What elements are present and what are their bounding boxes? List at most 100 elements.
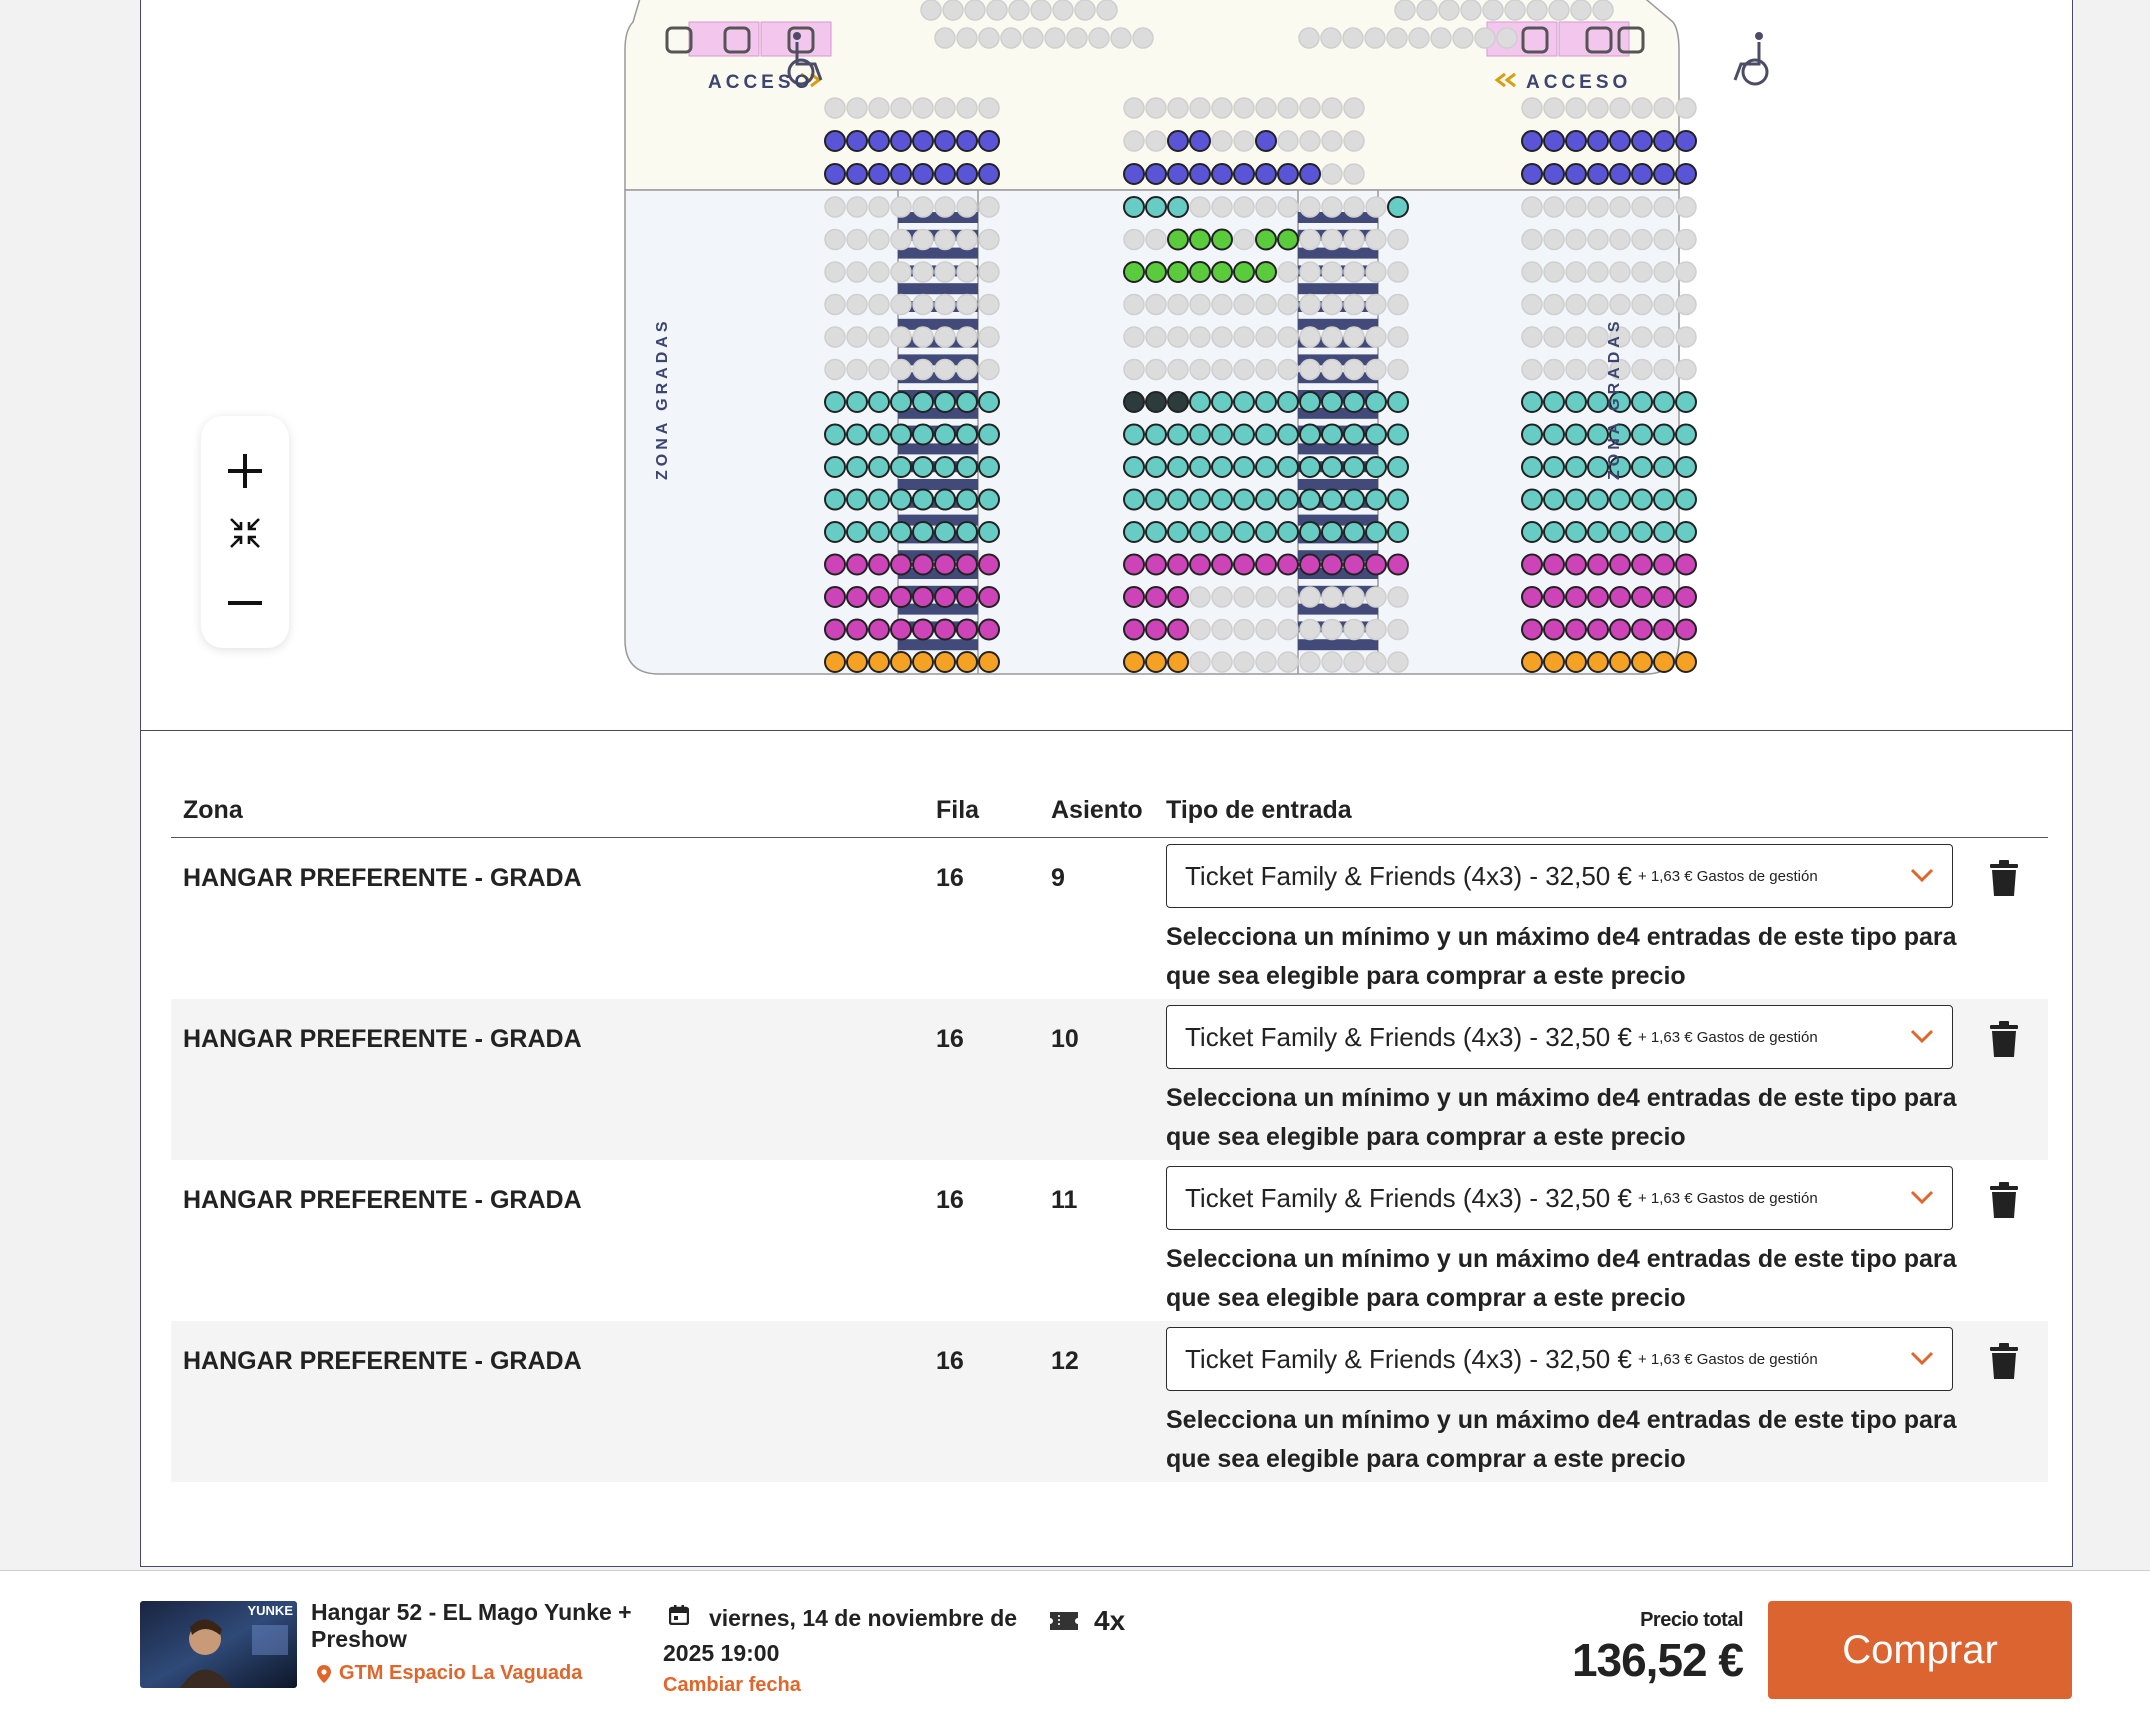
seat[interactable] [1653,456,1675,478]
seat[interactable] [846,228,868,251]
seat[interactable] [824,326,846,348]
seat[interactable] [978,27,1000,49]
seat[interactable] [956,651,978,673]
seat[interactable] [1167,358,1189,381]
seat[interactable] [1343,423,1365,446]
seat[interactable] [868,586,890,608]
seat[interactable] [868,456,890,478]
seat[interactable] [890,293,912,316]
seat[interactable] [1233,391,1255,413]
seat[interactable] [978,326,1000,348]
seat[interactable] [1167,326,1189,348]
seat[interactable] [1565,163,1587,185]
seat[interactable] [1365,488,1387,511]
seat[interactable] [846,97,868,119]
seat[interactable] [1255,521,1277,543]
seat[interactable] [1387,553,1409,576]
seat[interactable] [1365,228,1387,251]
seat[interactable] [1123,618,1145,641]
seat[interactable] [1321,553,1343,576]
seat[interactable] [934,27,956,49]
seat[interactable] [1504,0,1526,21]
seat[interactable] [1145,553,1167,576]
seat[interactable] [1189,618,1211,641]
seat[interactable] [1565,358,1587,381]
seat[interactable] [1145,521,1167,543]
seat[interactable] [956,196,978,218]
seat[interactable] [1565,326,1587,348]
seat[interactable] [824,651,846,673]
seat[interactable] [824,553,846,576]
seat[interactable] [1299,423,1321,446]
seat[interactable] [1675,196,1697,218]
seat[interactable] [1387,423,1409,446]
seat[interactable] [1189,553,1211,576]
seat[interactable] [1565,293,1587,316]
seat[interactable] [1211,163,1233,185]
seat[interactable] [1387,293,1409,316]
seat[interactable] [1521,651,1543,673]
seat[interactable] [1189,358,1211,381]
seat[interactable] [978,228,1000,251]
seat[interactable] [1565,553,1587,576]
seat[interactable] [1022,27,1044,49]
seat[interactable] [1145,163,1167,185]
seat[interactable] [1521,488,1543,511]
seat[interactable] [1609,293,1631,316]
seat[interactable] [1521,326,1543,348]
seat[interactable] [1321,456,1343,478]
seat[interactable] [1277,456,1299,478]
seat[interactable] [956,326,978,348]
seat[interactable] [868,326,890,348]
seat[interactable] [1096,0,1118,21]
seat[interactable] [1521,97,1543,119]
seat[interactable] [846,326,868,348]
seat[interactable] [1277,326,1299,348]
seat[interactable] [978,586,1000,608]
seat[interactable] [912,391,934,413]
seat[interactable] [1675,423,1697,446]
seat[interactable] [1543,228,1565,251]
seat[interactable] [868,423,890,446]
seat[interactable] [1609,130,1631,152]
seat[interactable] [956,586,978,608]
seat[interactable] [1565,521,1587,543]
seat[interactable] [1277,196,1299,218]
seat[interactable] [1189,196,1211,218]
seat[interactable] [1167,97,1189,119]
seat[interactable] [1343,293,1365,316]
seat[interactable] [1365,423,1387,446]
seat[interactable] [1145,488,1167,511]
seat[interactable] [1675,391,1697,413]
seat[interactable] [1343,326,1365,348]
seat[interactable] [1321,423,1343,446]
seat[interactable] [1565,261,1587,283]
seat[interactable] [934,293,956,316]
seat[interactable] [1565,651,1587,673]
seat[interactable] [1255,391,1277,413]
seat[interactable] [1387,651,1409,673]
seat[interactable] [1675,586,1697,608]
seat[interactable] [1321,97,1343,119]
seat[interactable] [1521,358,1543,381]
seat[interactable] [1299,97,1321,119]
seat[interactable] [912,326,934,348]
seat[interactable] [1587,293,1609,316]
seat[interactable] [1321,130,1343,152]
seat[interactable] [956,130,978,152]
seat[interactable] [1543,618,1565,641]
seat[interactable] [868,228,890,251]
seat[interactable] [1299,586,1321,608]
seat[interactable] [1474,27,1496,49]
seat[interactable] [824,586,846,608]
seat[interactable] [956,618,978,641]
seat[interactable] [1387,391,1409,413]
seat[interactable] [890,228,912,251]
seat[interactable] [1123,293,1145,316]
seat[interactable] [824,163,846,185]
seat[interactable] [1521,391,1543,413]
seat[interactable] [1123,651,1145,673]
seat[interactable] [956,27,978,49]
ticket-type-select[interactable]: Ticket Family & Friends (4x3) - 32,50 € … [1166,1327,1953,1391]
seat[interactable] [1145,391,1167,413]
